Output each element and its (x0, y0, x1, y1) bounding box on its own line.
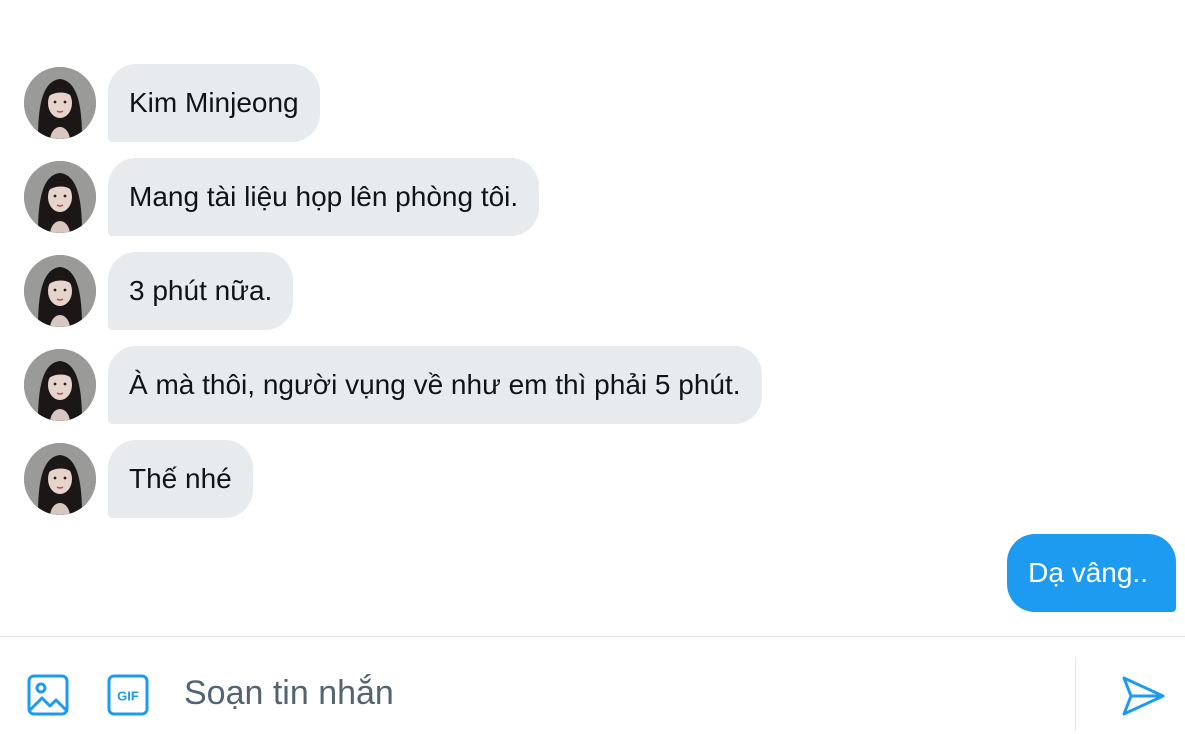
conversation: Kim Minjeong Mang tài liệu họp lên phòng… (0, 0, 1185, 636)
outgoing-message-bubble: Dạ vâng.. (1007, 534, 1176, 612)
gif-label: GIF (117, 689, 139, 704)
incoming-message-bubble: Kim Minjeong (108, 64, 320, 142)
incoming-message-bubble: Thế nhé (108, 440, 253, 518)
profile-photo-icon (24, 67, 96, 139)
add-image-button[interactable] (26, 673, 70, 717)
avatar[interactable] (24, 443, 96, 515)
send-button[interactable] (1118, 673, 1168, 719)
gif-icon: GIF (107, 674, 149, 716)
message-composer: GIF (0, 636, 1185, 734)
incoming-message-bubble: 3 phút nữa. (108, 252, 294, 330)
message-row: Kim Minjeong (24, 64, 320, 142)
add-gif-button[interactable]: GIF (106, 673, 150, 717)
avatar[interactable] (24, 255, 96, 327)
image-icon (27, 674, 69, 716)
message-input[interactable] (184, 663, 1044, 723)
message-row: À mà thôi, người vụng về như em thì phải… (24, 346, 762, 424)
avatar[interactable] (24, 67, 96, 139)
profile-photo-icon (24, 443, 96, 515)
avatar[interactable] (24, 349, 96, 421)
incoming-message-bubble: Mang tài liệu họp lên phòng tôi. (108, 158, 540, 236)
message-row: Thế nhé (24, 440, 253, 518)
profile-photo-icon (24, 349, 96, 421)
profile-photo-icon (24, 161, 96, 233)
send-icon (1122, 676, 1165, 716)
avatar[interactable] (24, 161, 96, 233)
incoming-message-bubble: À mà thôi, người vụng về như em thì phải… (108, 346, 762, 424)
message-row: Mang tài liệu họp lên phòng tôi. (24, 158, 540, 236)
composer-divider (1075, 657, 1076, 731)
message-row: 3 phút nữa. (24, 252, 294, 330)
profile-photo-icon (24, 255, 96, 327)
